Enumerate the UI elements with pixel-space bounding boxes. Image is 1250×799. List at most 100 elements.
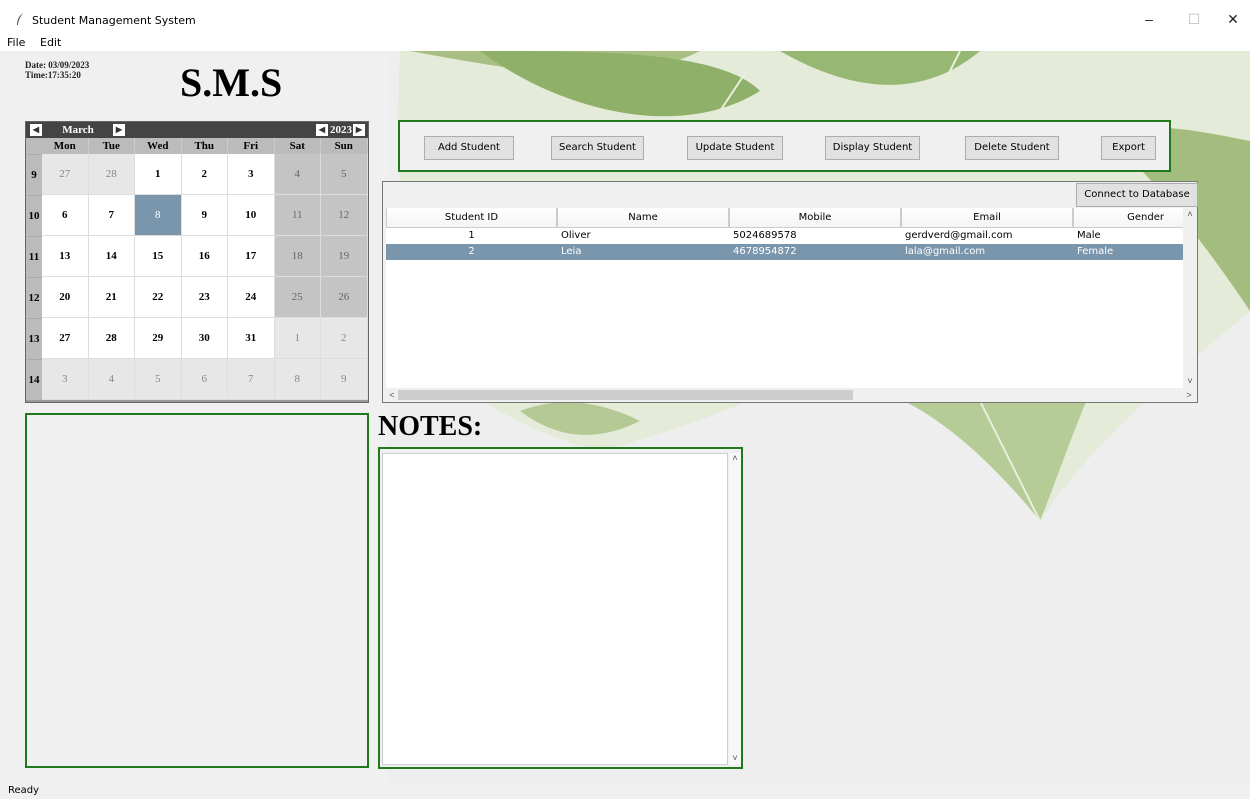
table-cell-email: lala@gmail.com [905, 246, 986, 257]
column-header-email[interactable]: Email [901, 208, 1073, 228]
column-header-mobile[interactable]: Mobile [729, 208, 901, 228]
calendar-day[interactable]: 7 [88, 195, 135, 236]
horizontal-scroll-thumb[interactable] [398, 390, 853, 400]
calendar-day[interactable]: 27 [42, 154, 89, 195]
notes-label: NOTES: [378, 411, 483, 442]
calendar-day[interactable]: 1 [135, 154, 182, 195]
calendar-header: ◀ March ▶ ◀ 2023 ▶ [26, 122, 368, 138]
calendar-day[interactable]: 9 [321, 359, 368, 400]
status-bar: Ready [0, 784, 1250, 799]
calendar[interactable]: ◀ March ▶ ◀ 2023 ▶ Mon Tue Wed Thu Fri Sat Sun… [25, 121, 369, 403]
calendar-day[interactable]: 14 [88, 236, 135, 277]
search-student-button[interactable]: Search Student [551, 136, 644, 160]
calendar-day[interactable]: 7 [228, 359, 275, 400]
notes-frame: ˄ ˅ [378, 447, 743, 769]
calendar-day[interactable]: 30 [181, 318, 228, 359]
calendar-day[interactable]: 26 [321, 277, 368, 318]
next-year-arrow-icon[interactable]: ▶ [353, 124, 365, 136]
calendar-day[interactable]: 11 [274, 195, 321, 236]
calendar-day[interactable]: 8 [274, 359, 321, 400]
calendar-day[interactable]: 4 [88, 359, 135, 400]
student-table[interactable]: Student ID Name Mobile Email Gender 1 Oli… [386, 208, 1183, 388]
scroll-down-arrow-icon[interactable]: ˅ [729, 751, 741, 765]
column-header-student-id[interactable]: Student ID [386, 208, 557, 228]
prev-year-arrow-icon[interactable]: ◀ [316, 124, 328, 136]
table-cell-gender: Female [1077, 246, 1114, 257]
table-vertical-scrollbar[interactable]: ˄ ˅ [1183, 208, 1197, 388]
calendar-week-number: 9 [26, 154, 42, 195]
calendar-day[interactable]: 3 [42, 359, 89, 400]
calendar-day[interactable]: 20 [42, 277, 89, 318]
calendar-day[interactable]: 23 [181, 277, 228, 318]
add-student-button[interactable]: Add Student [424, 136, 514, 160]
calendar-day[interactable]: 5 [321, 154, 368, 195]
minimize-button[interactable]: – [1127, 8, 1171, 30]
calendar-day[interactable]: 25 [274, 277, 321, 318]
menu-file[interactable]: File [7, 36, 25, 49]
update-student-button[interactable]: Update Student [687, 136, 783, 160]
datetime-display: Date: 03/09/2023 Time:17:35:20 [22, 59, 102, 99]
calendar-day[interactable]: 13 [42, 236, 89, 277]
calendar-day[interactable]: 28 [88, 154, 135, 195]
calendar-year: 2023 [330, 124, 352, 136]
calendar-day[interactable]: 2 [181, 154, 228, 195]
column-header-gender[interactable]: Gender [1073, 208, 1183, 228]
calendar-day[interactable]: 19 [321, 236, 368, 277]
column-header-name[interactable]: Name [557, 208, 729, 228]
close-button[interactable]: ✕ [1211, 8, 1250, 30]
calendar-week-number: 13 [26, 318, 42, 359]
menu-edit[interactable]: Edit [40, 36, 61, 49]
student-table-frame: Connect to Database Student ID Name Mobi… [382, 181, 1198, 403]
prev-month-arrow-icon[interactable]: ◀ [30, 124, 42, 136]
calendar-day[interactable]: 18 [274, 236, 321, 277]
calendar-day[interactable]: 16 [181, 236, 228, 277]
scroll-right-arrow-icon[interactable]: > [1183, 388, 1195, 402]
table-cell-mobile: 5024689578 [733, 230, 797, 241]
export-button[interactable]: Export [1101, 136, 1156, 160]
calendar-weekday-header: Wed [135, 138, 182, 154]
calendar-day[interactable]: 4 [274, 154, 321, 195]
calendar-weekday-header: Tue [88, 138, 135, 154]
calendar-day[interactable]: 6 [181, 359, 228, 400]
calendar-day[interactable]: 8 [135, 195, 182, 236]
table-cell-email: gerdverd@gmail.com [905, 230, 1013, 241]
next-month-arrow-icon[interactable]: ▶ [113, 124, 125, 136]
calendar-day[interactable]: 27 [42, 318, 89, 359]
calendar-day[interactable]: 15 [135, 236, 182, 277]
calendar-weekday-header: Thu [181, 138, 228, 154]
window-title: Student Management System [32, 14, 196, 27]
calendar-day[interactable]: 22 [135, 277, 182, 318]
calendar-weekday-header: Sun [321, 138, 368, 154]
notes-textarea[interactable] [382, 453, 728, 765]
title-bar: Student Management System – ☐ ✕ [0, 0, 1250, 34]
calendar-day[interactable]: 28 [88, 318, 135, 359]
calendar-day[interactable]: 12 [321, 195, 368, 236]
scroll-left-arrow-icon[interactable]: < [386, 388, 398, 402]
calendar-day[interactable]: 2 [321, 318, 368, 359]
display-student-button[interactable]: Display Student [825, 136, 920, 160]
calendar-day[interactable]: 29 [135, 318, 182, 359]
calendar-day[interactable]: 31 [228, 318, 275, 359]
connect-database-button[interactable]: Connect to Database [1076, 183, 1198, 207]
calendar-day[interactable]: 24 [228, 277, 275, 318]
calendar-weekday-header: Fri [228, 138, 275, 154]
delete-student-button[interactable]: Delete Student [965, 136, 1059, 160]
calendar-day[interactable]: 9 [181, 195, 228, 236]
table-row[interactable]: 1 Oliver 5024689578 gerdverd@gmail.com Male [386, 228, 1183, 244]
notes-scrollbar[interactable]: ˄ ˅ [729, 453, 741, 765]
scroll-down-arrow-icon[interactable]: ˅ [1184, 374, 1196, 388]
calendar-day[interactable]: 6 [42, 195, 89, 236]
calendar-day[interactable]: 5 [135, 359, 182, 400]
table-row[interactable]: 2 Leia 4678954872 lala@gmail.com Female [386, 244, 1183, 260]
table-cell-gender: Male [1077, 230, 1101, 241]
calendar-day[interactable]: 1 [274, 318, 321, 359]
calendar-week-number: 12 [26, 277, 42, 318]
scroll-up-arrow-icon[interactable]: ˄ [729, 451, 741, 465]
maximize-button[interactable]: ☐ [1172, 8, 1216, 30]
scroll-up-arrow-icon[interactable]: ˄ [1184, 207, 1196, 221]
calendar-day[interactable]: 17 [228, 236, 275, 277]
calendar-day[interactable]: 10 [228, 195, 275, 236]
table-horizontal-scrollbar[interactable]: < > [386, 388, 1197, 402]
calendar-day[interactable]: 3 [228, 154, 275, 195]
calendar-day[interactable]: 21 [88, 277, 135, 318]
